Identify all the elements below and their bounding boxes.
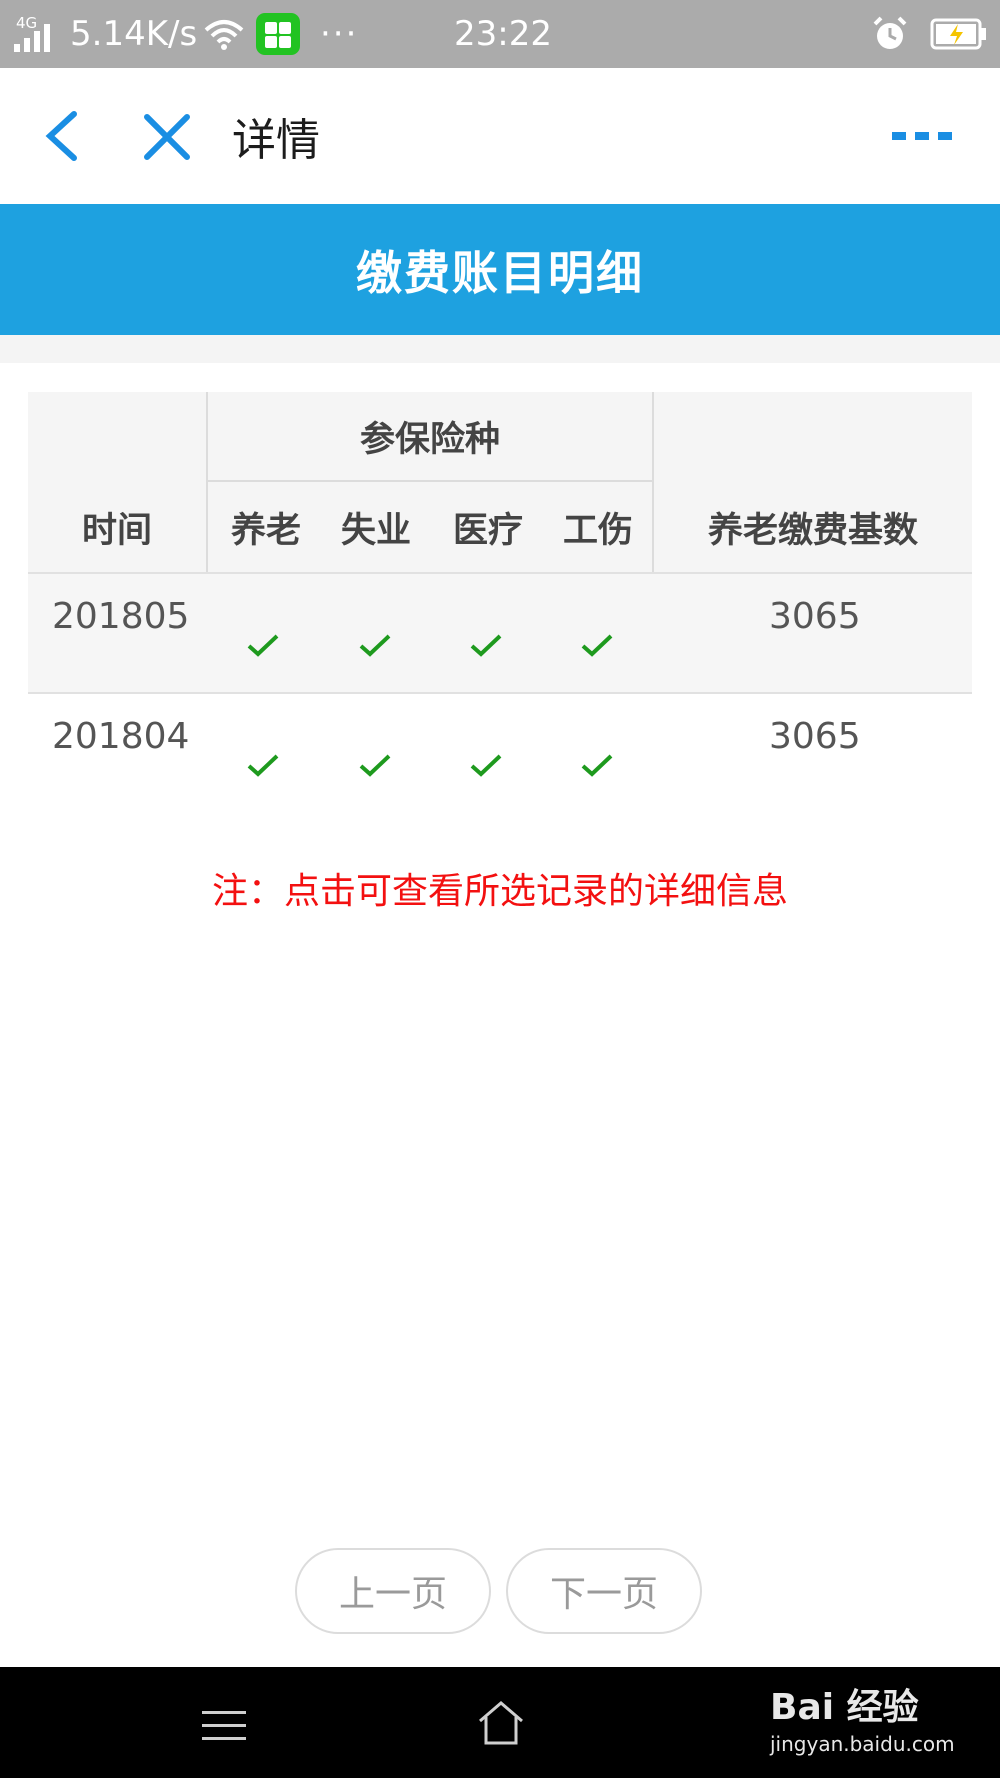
header-type-pension: 养老: [230, 510, 301, 551]
hint-note: 注：点击可查看所选记录的详细信息: [211, 871, 788, 912]
header-type-unemployment: 失业: [340, 510, 411, 551]
divider: [0, 335, 1000, 363]
row-base: 3065: [769, 596, 861, 637]
table-header: 时间 参保险种 养老 失业 医疗 工伤 养老缴费基数: [28, 392, 972, 574]
check-icon: [247, 754, 279, 777]
watermark: Bai 经验 jingyan.baidu.com: [770, 1678, 955, 1756]
row-base: 3065: [769, 716, 861, 757]
check-icon: [359, 754, 391, 777]
section-banner: 缴费账目明细: [0, 204, 1000, 335]
table-row[interactable]: 201805 3065: [28, 574, 972, 694]
menu-icon[interactable]: [200, 1707, 248, 1743]
page-title: 详情: [232, 115, 320, 166]
app-notification-icon: [256, 13, 300, 55]
header-divider: [208, 480, 652, 482]
watermark-url: jingyan.baidu.com: [770, 1732, 955, 1756]
header-divider: [206, 392, 208, 572]
check-icon: [470, 634, 502, 657]
alarm-icon: [873, 16, 907, 49]
check-icon: [581, 634, 613, 657]
title-bar: 详情: [0, 68, 1000, 204]
more-icon[interactable]: [890, 130, 954, 142]
prev-page-button[interactable]: 上一页: [295, 1548, 491, 1634]
header-divider: [652, 392, 654, 572]
more-notifications: ···: [320, 14, 359, 54]
check-icon: [359, 634, 391, 657]
check-icon: [470, 754, 502, 777]
header-type-injury: 工伤: [562, 510, 633, 551]
signal-icon: [14, 24, 50, 52]
check-icon: [247, 634, 279, 657]
header-insurance-group: 参保险种: [359, 419, 500, 460]
network-speed: 5.14K/s: [70, 14, 198, 54]
header-base: 养老缴费基数: [707, 510, 918, 551]
wifi-icon: [204, 20, 244, 50]
header-time: 时间: [81, 510, 152, 551]
payment-table: 时间 参保险种 养老 失业 医疗 工伤 养老缴费基数 201805 3065 2…: [28, 392, 972, 812]
check-icon: [581, 754, 613, 777]
back-arrow-icon[interactable]: [40, 108, 84, 164]
watermark-brand: Bai 经验: [770, 1687, 919, 1728]
battery-icon: [930, 18, 986, 50]
row-time: 201805: [52, 596, 190, 637]
status-bar: 4G 5.14K/s ··· 23:22: [0, 0, 1000, 68]
row-time: 201804: [52, 716, 190, 757]
clock: 23:22: [454, 14, 552, 54]
close-icon[interactable]: [142, 112, 192, 162]
header-type-medical: 医疗: [452, 510, 523, 551]
next-page-button[interactable]: 下一页: [506, 1548, 702, 1634]
home-icon[interactable]: [476, 1699, 526, 1747]
table-row[interactable]: 201804 3065: [28, 694, 972, 812]
